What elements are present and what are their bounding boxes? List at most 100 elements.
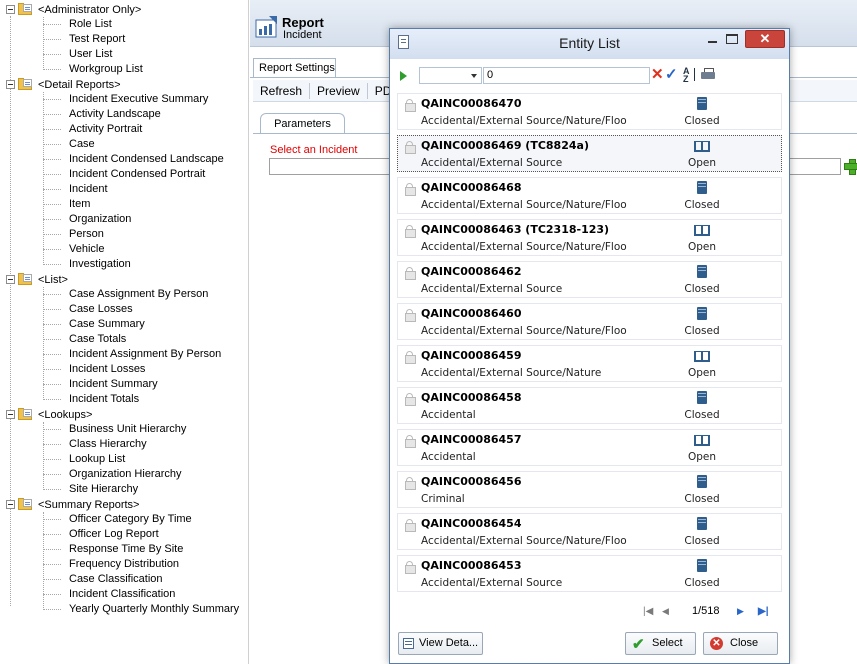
entity-list-item[interactable]: QAINC00086460 Accidental/External Source/… bbox=[397, 303, 782, 340]
tree-group-label: <Detail Reports> bbox=[38, 78, 121, 91]
open-book-icon bbox=[694, 141, 710, 152]
dialog-titlebar[interactable]: Entity List ✕ bbox=[390, 29, 789, 59]
entity-list-item[interactable]: QAINC00086456 Criminal Closed bbox=[397, 471, 782, 508]
play-icon[interactable] bbox=[400, 71, 407, 81]
print-icon[interactable] bbox=[701, 68, 715, 81]
tree-item[interactable]: User List bbox=[0, 47, 248, 62]
tree-item[interactable]: Incident Assignment By Person bbox=[0, 347, 248, 362]
close-window-button[interactable]: ✕ bbox=[745, 30, 785, 48]
tree-group-label: <Administrator Only> bbox=[38, 3, 142, 16]
entity-list-item[interactable]: QAINC00086469 (TC8824a) Accidental/Extern… bbox=[397, 135, 782, 172]
prev-page-icon[interactable]: ◀ bbox=[662, 606, 669, 617]
tree-item[interactable]: Investigation bbox=[0, 257, 248, 272]
entity-status: Open bbox=[687, 157, 717, 169]
tree-item[interactable]: Incident bbox=[0, 182, 248, 197]
close-label: Close bbox=[730, 637, 759, 649]
maximize-icon[interactable] bbox=[726, 34, 738, 44]
tree-item[interactable]: Incident Summary bbox=[0, 377, 248, 392]
tree-item[interactable]: Case Classification bbox=[0, 572, 248, 587]
tree-item[interactable]: Incident Losses bbox=[0, 362, 248, 377]
tree-item[interactable]: Incident Condensed Landscape bbox=[0, 152, 248, 167]
tree-item[interactable]: Activity Portrait bbox=[0, 122, 248, 137]
collapse-icon[interactable] bbox=[6, 500, 15, 509]
entity-status: Closed bbox=[684, 577, 720, 589]
entity-list-item[interactable]: QAINC00086463 (TC2318-123) Accidental/Ext… bbox=[397, 219, 782, 256]
tree-item[interactable]: Lookup List bbox=[0, 452, 248, 467]
select-button[interactable]: ✔ Select bbox=[625, 632, 696, 655]
entity-list-item[interactable]: QAINC00086459 Accidental/External Source/… bbox=[397, 345, 782, 382]
tree-item[interactable]: Case Totals bbox=[0, 332, 248, 347]
tree-item[interactable]: Incident Classification bbox=[0, 587, 248, 602]
tree-item[interactable]: Organization bbox=[0, 212, 248, 227]
tree-group-row[interactable]: <Administrator Only> bbox=[0, 2, 248, 17]
tree-item[interactable]: Item bbox=[0, 197, 248, 212]
entity-list-item[interactable]: QAINC00086457 Accidental Open bbox=[397, 429, 782, 466]
tree-item[interactable]: Case Summary bbox=[0, 317, 248, 332]
tree-item[interactable]: Incident Executive Summary bbox=[0, 92, 248, 107]
tab-report-settings[interactable]: Report Settings bbox=[253, 58, 336, 78]
entity-id: QAINC00086458 bbox=[421, 391, 522, 404]
entity-list-item[interactable]: QAINC00086454 Accidental/External Source/… bbox=[397, 513, 782, 550]
filter-field-dropdown[interactable] bbox=[419, 67, 482, 84]
view-details-button[interactable]: View Deta... bbox=[398, 632, 483, 655]
clear-filter-icon[interactable]: ✕ bbox=[651, 66, 664, 84]
chevron-down-icon bbox=[471, 74, 477, 78]
entity-list-item[interactable]: QAINC00086470 Accidental/External Source/… bbox=[397, 93, 782, 130]
entity-list-item[interactable]: QAINC00086458 Accidental Closed bbox=[397, 387, 782, 424]
next-page-icon[interactable]: ▶ bbox=[737, 606, 744, 617]
tree-item[interactable]: Activity Landscape bbox=[0, 107, 248, 122]
collapse-icon[interactable] bbox=[6, 5, 15, 14]
refresh-button[interactable]: Refresh bbox=[253, 82, 311, 99]
entity-list-item[interactable]: QAINC00086462 Accidental/External Source C… bbox=[397, 261, 782, 298]
close-button[interactable]: ✕ Close bbox=[703, 632, 778, 655]
tree-item[interactable]: Response Time By Site bbox=[0, 542, 248, 557]
sort-az-icon[interactable]: AZ bbox=[683, 67, 699, 84]
tree-group-row[interactable]: <Summary Reports> bbox=[0, 497, 248, 512]
preview-button[interactable]: Preview bbox=[310, 82, 368, 99]
entity-status: Open bbox=[687, 367, 717, 379]
entity-list-item[interactable]: QAINC00086453 Accidental/External Source C… bbox=[397, 555, 782, 592]
tree-item[interactable]: Test Report bbox=[0, 32, 248, 47]
minimize-icon[interactable] bbox=[706, 33, 720, 47]
apply-filter-icon[interactable]: ✓ bbox=[665, 66, 678, 84]
tree-group: <Lookups> Business Unit Hierarchy Class Hi… bbox=[0, 407, 248, 497]
collapse-icon[interactable] bbox=[6, 410, 15, 419]
first-page-icon[interactable]: |◀ bbox=[643, 606, 653, 617]
tree-item[interactable]: Class Hierarchy bbox=[0, 437, 248, 452]
tree-item[interactable]: Case bbox=[0, 137, 248, 152]
tree-group-row[interactable]: <Detail Reports> bbox=[0, 77, 248, 92]
tree-item[interactable]: Workgroup List bbox=[0, 62, 248, 77]
filter-value-input[interactable]: 0 bbox=[483, 67, 650, 84]
tree-item[interactable]: Business Unit Hierarchy bbox=[0, 422, 248, 437]
collapse-icon[interactable] bbox=[6, 80, 15, 89]
entity-list-item[interactable]: QAINC00086468 Accidental/External Source/… bbox=[397, 177, 782, 214]
tree-item[interactable]: Yearly Quarterly Monthly Summary bbox=[0, 602, 248, 617]
tree-group-row[interactable]: <List> bbox=[0, 272, 248, 287]
lock-icon bbox=[405, 183, 416, 196]
tree-item[interactable]: Site Hierarchy bbox=[0, 482, 248, 497]
tree-item[interactable]: Officer Category By Time bbox=[0, 512, 248, 527]
plus-icon[interactable] bbox=[844, 158, 857, 175]
entity-status: Closed bbox=[684, 199, 720, 211]
tree-item[interactable]: Person bbox=[0, 227, 248, 242]
entity-description: Accidental/External Source/Nature/Floo bbox=[421, 115, 627, 127]
tree-item[interactable]: Role List bbox=[0, 17, 248, 32]
tree-item[interactable]: Vehicle bbox=[0, 242, 248, 257]
tree-item[interactable]: Incident Condensed Portrait bbox=[0, 167, 248, 182]
tree-group-items: Business Unit Hierarchy Class Hierarchy Lo… bbox=[0, 422, 248, 497]
tree-item[interactable]: Officer Log Report bbox=[0, 527, 248, 542]
tree-item[interactable]: Organization Hierarchy bbox=[0, 467, 248, 482]
collapse-icon[interactable] bbox=[6, 275, 15, 284]
last-page-icon[interactable]: ▶| bbox=[758, 606, 769, 617]
tree-item[interactable]: Frequency Distribution bbox=[0, 557, 248, 572]
tab-parameters[interactable]: Parameters bbox=[260, 113, 345, 134]
closed-book-icon bbox=[697, 265, 707, 278]
entity-id: QAINC00086459 bbox=[421, 349, 522, 362]
tree-group-row[interactable]: <Lookups> bbox=[0, 407, 248, 422]
tree-group-items: Incident Executive Summary Activity Lands… bbox=[0, 92, 248, 272]
tree-item[interactable]: Case Losses bbox=[0, 302, 248, 317]
tree-group: <Detail Reports> Incident Executive Summa… bbox=[0, 77, 248, 272]
tree-item[interactable]: Case Assignment By Person bbox=[0, 287, 248, 302]
tree-item[interactable]: Incident Totals bbox=[0, 392, 248, 407]
entity-list-dialog: Entity List ✕ 0 ✕ ✓ AZ QAINC00086470 Acci… bbox=[389, 28, 790, 664]
